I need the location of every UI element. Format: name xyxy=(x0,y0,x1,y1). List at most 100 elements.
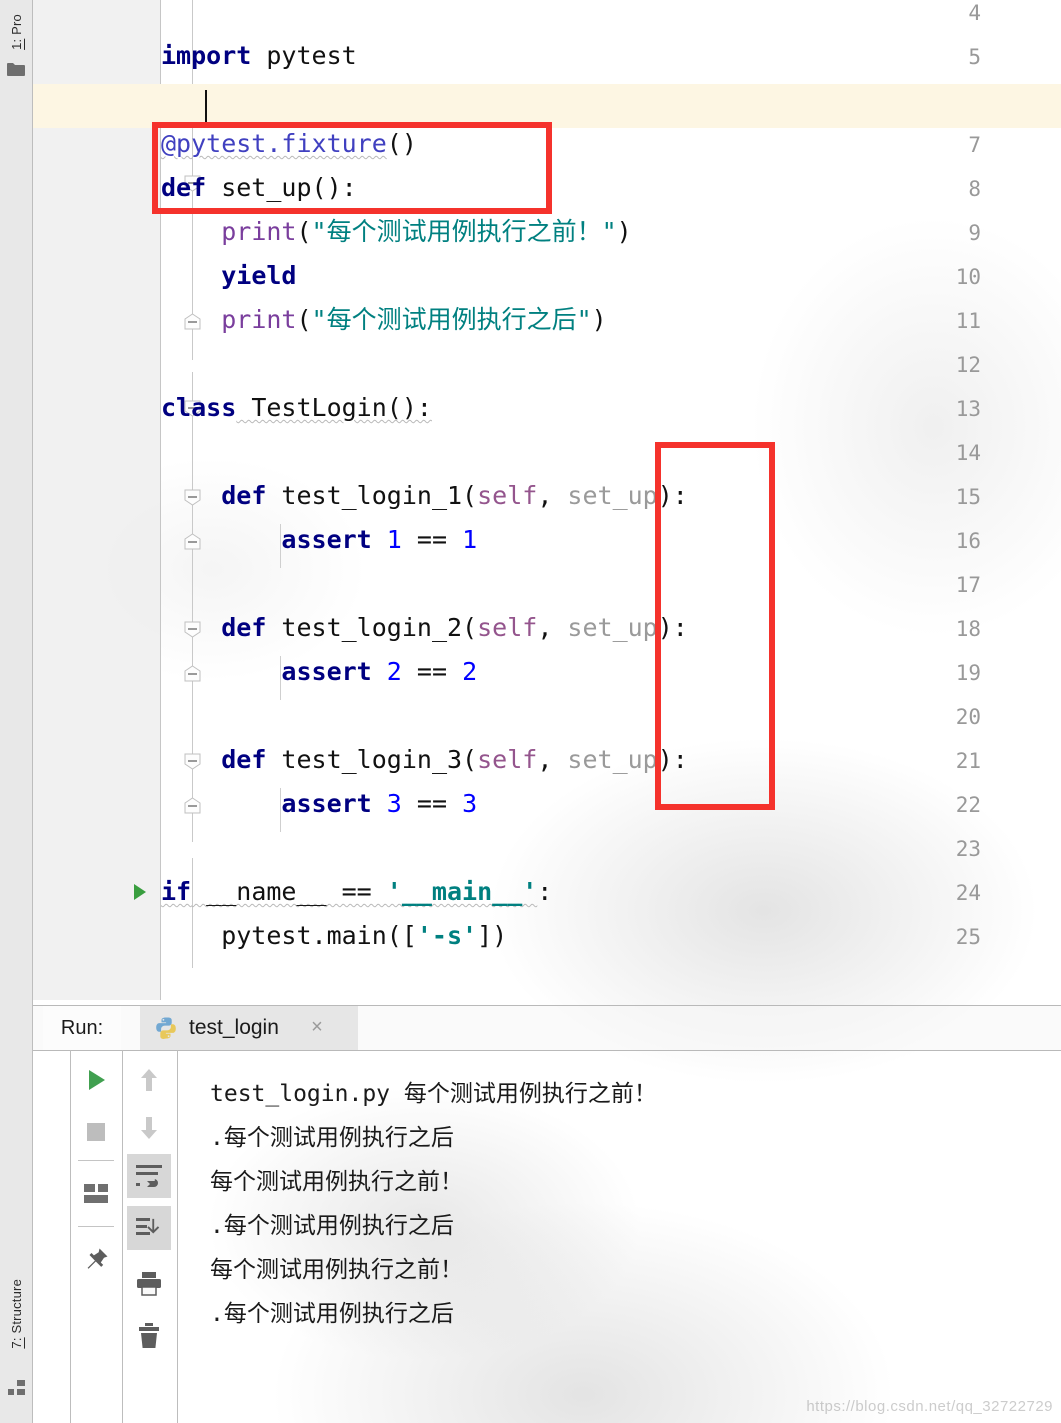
code-line[interactable] xyxy=(161,342,1061,386)
code-line[interactable]: import pytest xyxy=(161,34,1061,78)
structure-icon[interactable] xyxy=(8,1380,25,1395)
console-line: 每个测试用例执行之前！ xyxy=(210,1169,463,1195)
code-line[interactable]: assert 3 == 3 xyxy=(161,782,1061,826)
code-line[interactable]: def test_login_3(self, set_up): xyxy=(161,738,1061,782)
code-token: set_up xyxy=(567,745,658,774)
arrow-up-icon xyxy=(141,1069,157,1091)
stop-icon xyxy=(87,1123,105,1141)
structure-tool-number: 7: xyxy=(8,1337,24,1349)
editor-gutter[interactable] xyxy=(33,0,160,1000)
code-token: == xyxy=(401,789,463,818)
code-token: 3 xyxy=(386,789,402,818)
code-line[interactable]: print("每个测试用例执行之前！") xyxy=(161,210,1061,254)
code-token: set_up xyxy=(567,481,658,510)
left-tool-strip: 1: Pro 7: Structure xyxy=(0,0,33,1423)
code-line[interactable] xyxy=(161,430,1061,474)
print-button[interactable] xyxy=(123,1258,175,1310)
code-line[interactable]: assert 1 == 1 xyxy=(161,518,1061,562)
up-button[interactable] xyxy=(123,1054,175,1106)
code-token: set_up xyxy=(567,613,658,642)
sidebar-item-project[interactable]: 1: Pro xyxy=(0,2,32,62)
run-line-icon[interactable] xyxy=(134,884,146,900)
code-token: class xyxy=(161,393,237,422)
close-icon[interactable]: × xyxy=(308,1017,326,1037)
code-token: "每个测试用例执行之后" xyxy=(311,305,592,334)
python-icon xyxy=(156,1017,176,1039)
code-line[interactable]: class TestLogin(): xyxy=(161,386,1061,430)
code-line[interactable]: yield xyxy=(161,254,1061,298)
code-token: if xyxy=(161,877,192,906)
code-token: def xyxy=(221,745,267,774)
console-output[interactable]: test_login.py 每个测试用例执行之前！ .每个测试用例执行之后 每个测试… xyxy=(177,1050,1061,1423)
arrow-down-icon xyxy=(141,1117,157,1139)
toolbar-divider xyxy=(78,1160,114,1161)
code-token: 1 xyxy=(462,525,478,554)
code-token: ( xyxy=(296,217,312,246)
code-line[interactable]: assert 2 == 2 xyxy=(161,650,1061,694)
annotation-box-params xyxy=(655,442,775,810)
code-token: ) xyxy=(591,305,607,334)
scroll-end-icon xyxy=(136,1218,160,1235)
code-token: print xyxy=(221,305,297,334)
scroll-to-end-button[interactable] xyxy=(127,1206,171,1250)
code-line[interactable] xyxy=(161,826,1061,870)
run-tool-window[interactable]: Run: test_login × test_login.py 每个测试用例执行… xyxy=(33,1000,1061,1423)
project-tool-number: 1: xyxy=(8,38,24,50)
pin-icon xyxy=(87,1248,108,1269)
code-line[interactable]: if __name__ == '__main__': xyxy=(161,870,1061,914)
code-token: assert xyxy=(281,657,372,686)
layout-icon xyxy=(84,1184,108,1203)
code-token: , xyxy=(537,745,568,774)
printer-icon xyxy=(137,1272,161,1296)
code-token: test_login_2( xyxy=(266,613,478,642)
code-token: 2 xyxy=(462,657,478,686)
code-token: 3 xyxy=(462,789,478,818)
code-token: yield xyxy=(221,261,297,290)
console-line: .每个测试用例执行之后 xyxy=(210,1125,454,1151)
code-token: assert xyxy=(281,525,372,554)
folder-icon[interactable] xyxy=(7,62,25,76)
structure-tool-text: Structure xyxy=(8,1279,24,1338)
run-tab-bar: Run: test_login × xyxy=(33,1005,1061,1051)
rerun-button[interactable] xyxy=(70,1054,122,1106)
clear-all-button[interactable] xyxy=(123,1310,175,1362)
pin-tab-button[interactable] xyxy=(70,1234,122,1286)
code-token: test_login_1( xyxy=(266,481,478,510)
code-line[interactable]: pytest.main(['-s']) xyxy=(161,914,1061,958)
code-line[interactable]: def test_login_1(self, set_up): xyxy=(161,474,1061,518)
soft-wrap-button[interactable] xyxy=(127,1154,171,1198)
run-toolbar-primary xyxy=(70,1050,123,1423)
code-line[interactable]: def test_login_2(self, set_up): xyxy=(161,606,1061,650)
run-tab-test-login[interactable]: test_login × xyxy=(140,1006,358,1050)
code-line[interactable] xyxy=(161,694,1061,738)
trash-icon xyxy=(139,1323,159,1348)
sidebar-item-structure[interactable]: 7: Structure xyxy=(0,1255,32,1373)
project-tool-label: 1: Pro xyxy=(9,14,24,50)
code-token: , xyxy=(537,481,568,510)
code-line[interactable]: print("每个测试用例执行之后") xyxy=(161,298,1061,342)
run-window-title: Run: xyxy=(43,1006,121,1050)
code-token: ) xyxy=(616,217,632,246)
code-token: test_login_3( xyxy=(266,745,478,774)
code-token: def xyxy=(221,613,267,642)
code-token: self xyxy=(477,613,538,642)
code-line[interactable] xyxy=(161,0,1061,34)
down-button[interactable] xyxy=(123,1102,175,1154)
layout-button[interactable] xyxy=(70,1168,122,1220)
code-token: ( xyxy=(296,305,312,334)
stop-button[interactable] xyxy=(70,1106,122,1158)
code-token: == xyxy=(401,657,463,686)
code-token: , xyxy=(537,613,568,642)
annotation-box-decorator xyxy=(152,122,552,214)
code-line[interactable] xyxy=(161,562,1061,606)
code-token: '-s' xyxy=(416,921,478,950)
